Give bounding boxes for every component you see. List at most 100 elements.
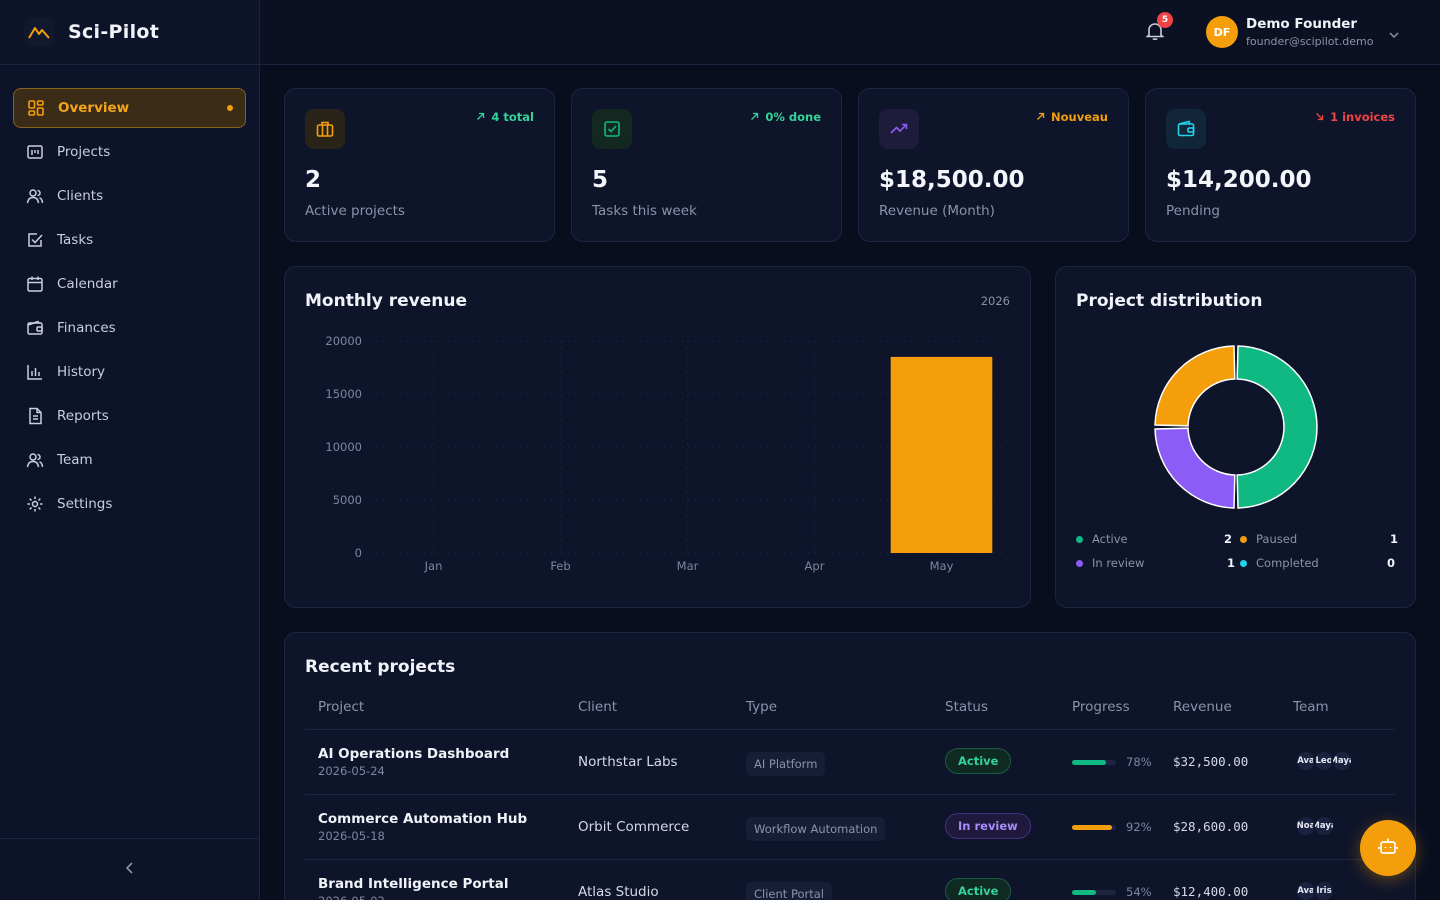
sidebar-item-label: Finances [57, 320, 116, 336]
legend-item-completed: Completed [1240, 556, 1319, 570]
progress-fill [1072, 825, 1113, 830]
column-header[interactable]: Progress [1072, 699, 1130, 715]
team-avatars: Noa Maya [1295, 815, 1335, 837]
sidebar-item-reports[interactable]: Reports [13, 396, 246, 436]
brand: Sci-Pilot [0, 0, 259, 65]
type-badge: AI Platform [746, 752, 826, 776]
project-distribution-card: Project distribution Active 2 Paused 1 I… [1055, 266, 1416, 608]
active-dot [227, 105, 233, 111]
sidebar-item-calendar[interactable]: Calendar [13, 264, 246, 304]
chevron-left-icon [125, 860, 135, 879]
sidebar-item-history[interactable]: History [13, 352, 246, 392]
type-badge: Client Portal [746, 882, 832, 900]
calendar-icon [25, 274, 45, 294]
stat-label: Active projects [305, 203, 405, 219]
stat-label: Pending [1166, 203, 1220, 219]
recent-projects-card: Recent projects Project Client Type Stat… [284, 632, 1416, 900]
progress-bar [1072, 890, 1116, 895]
stat-card-revenue-month: Nouveau $18,500.00 Revenue (Month) [858, 88, 1129, 242]
sidebar-item-settings[interactable]: Settings [13, 484, 246, 524]
sidebar-item-label: Overview [58, 100, 130, 116]
table-row[interactable]: Brand Intelligence Portal 2026-05-02 Atl… [305, 860, 1395, 900]
stat-value: 5 [592, 167, 609, 193]
stat-card-tasks-week: 0% done 5 Tasks this week [571, 88, 842, 242]
column-header[interactable]: Status [945, 699, 988, 715]
user-name: Demo Founder [1246, 16, 1358, 32]
progress-bar [1072, 760, 1116, 765]
stat-trend-text: 0% done [765, 110, 821, 124]
users-icon [25, 450, 45, 470]
column-header[interactable]: Revenue [1173, 699, 1232, 715]
revenue-bar-chart: 0 5000 10000 15000 20000 Jan Feb Mar Apr May [325, 334, 1005, 573]
bell-icon [1144, 23, 1166, 46]
progress-percent: 54% [1126, 885, 1152, 899]
collapse-sidebar-button[interactable] [0, 838, 259, 900]
column-header[interactable]: Team [1293, 699, 1329, 715]
avatar[interactable]: DF [1206, 16, 1238, 48]
y-tick-label: 20000 [325, 334, 362, 348]
app-name: Sci-Pilot [68, 21, 160, 43]
legend-dot [1076, 535, 1083, 543]
donut-slice-paused [1154, 345, 1236, 427]
donut-slice-in-review [1154, 427, 1236, 509]
stat-trend-text: 4 total [491, 110, 534, 124]
y-tick-label: 15000 [325, 387, 362, 401]
sidebar-item-overview[interactable]: Overview [13, 88, 246, 128]
progress-fill [1072, 760, 1107, 765]
stat-trend-text: Nouveau [1051, 110, 1108, 124]
y-tick-label: 10000 [325, 440, 362, 454]
project-cell: AI Operations Dashboard 2026-05-24 [318, 746, 509, 778]
project-cell: Commerce Automation Hub 2026-05-18 [318, 811, 527, 843]
sidebar-item-clients[interactable]: Clients [13, 176, 246, 216]
check-square-icon [25, 230, 45, 250]
legend-label: Paused [1256, 532, 1298, 546]
legend-dot [1076, 559, 1083, 567]
sidebar-item-finances[interactable]: Finances [13, 308, 246, 348]
wallet-icon [25, 318, 45, 338]
project-date: 2026-05-18 [318, 829, 385, 843]
sidebar-item-label: Clients [57, 188, 104, 204]
sidebar-item-label: History [57, 364, 106, 380]
sidebar: Sci-Pilot Overview Projects Clients Task… [0, 0, 260, 900]
arrow-up-right-icon [1036, 110, 1045, 124]
arrow-up-right-icon [476, 110, 485, 124]
sidebar-item-label: Calendar [57, 276, 118, 292]
gear-icon [25, 494, 45, 514]
legend-item-active: Active [1076, 532, 1128, 546]
project-name: Brand Intelligence Portal [318, 876, 509, 892]
distribution-donut-chart [1154, 345, 1318, 509]
revenue-bar [890, 356, 993, 553]
table-row[interactable]: Commerce Automation Hub 2026-05-18 Orbit… [305, 795, 1395, 860]
project-cell: Brand Intelligence Portal 2026-05-02 [318, 876, 508, 900]
sidebar-item-team[interactable]: Team [13, 440, 246, 480]
sidebar-item-tasks[interactable]: Tasks [13, 220, 246, 260]
column-header[interactable]: Type [746, 699, 777, 715]
x-tick-label: Jan [424, 559, 443, 573]
column-header[interactable]: Client [578, 699, 617, 715]
stat-trend: 4 total [476, 110, 534, 124]
project-name: Commerce Automation Hub [318, 811, 528, 827]
bot-icon [1377, 835, 1399, 861]
file-text-icon [25, 406, 45, 426]
stat-trend: 1 invoices [1315, 110, 1395, 124]
status-badge: Active [945, 748, 1012, 774]
table-row[interactable]: AI Operations Dashboard 2026-05-24 North… [305, 730, 1395, 795]
assistant-bot-button[interactable] [1360, 820, 1416, 876]
chevron-down-icon [1388, 25, 1400, 44]
stat-value: $18,500.00 [879, 167, 1025, 193]
avatar[interactable]: Iris [1313, 880, 1335, 900]
column-header[interactable]: Project [318, 699, 364, 715]
legend-dot [1240, 559, 1247, 567]
stat-value: $14,200.00 [1166, 167, 1312, 193]
wallet-icon [1166, 109, 1206, 149]
card-title: Recent projects [305, 657, 456, 677]
x-tick-label: Apr [805, 559, 825, 573]
y-tick-label: 5000 [333, 493, 362, 507]
sidebar-item-projects[interactable]: Projects [13, 132, 246, 172]
legend-label: Completed [1256, 556, 1319, 570]
user-menu-button[interactable] [1388, 25, 1400, 44]
avatar[interactable]: Maya [1313, 815, 1335, 837]
avatar[interactable]: Maya [1331, 750, 1353, 772]
legend-value: 1 [1227, 556, 1236, 570]
revenue-cell: $32,500.00 [1173, 754, 1249, 769]
